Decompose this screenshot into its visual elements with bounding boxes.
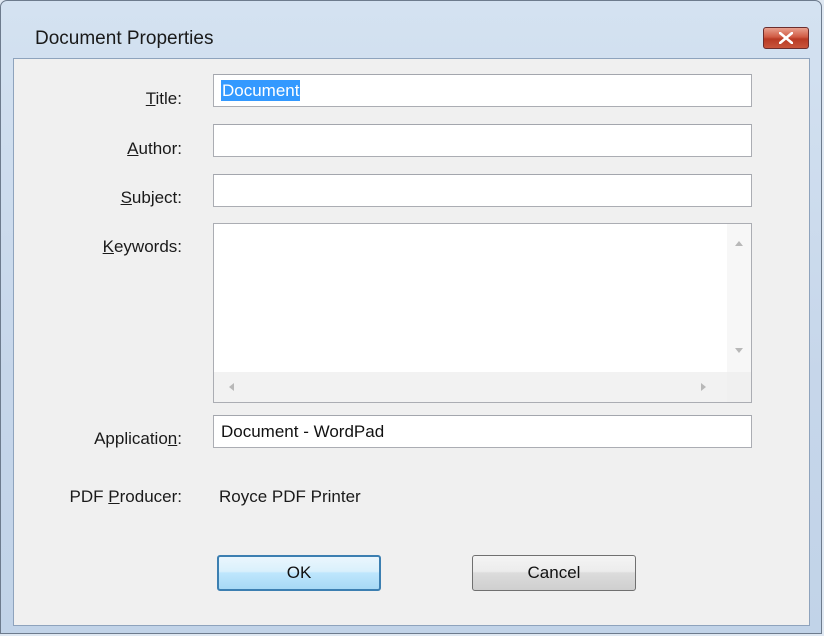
- application-label-accel: n: [167, 429, 178, 448]
- author-label-accel: A: [127, 139, 139, 158]
- dialog-body: Title: Document Author: Subject: Keyword…: [13, 58, 810, 626]
- keywords-label-accel: K: [102, 237, 114, 256]
- window-title: Document Properties: [35, 28, 214, 49]
- keywords-vertical-scrollbar[interactable]: [727, 224, 751, 372]
- keywords-label: Keywords:: [32, 237, 182, 257]
- title-input[interactable]: Document: [213, 74, 752, 107]
- application-label-pre: Applicatio: [94, 429, 168, 448]
- application-label-post: :: [177, 429, 182, 448]
- title-label-accel: T: [145, 89, 156, 108]
- keywords-textarea[interactable]: [213, 223, 752, 403]
- title-label: Title:: [32, 89, 182, 109]
- subject-input[interactable]: [213, 174, 752, 207]
- application-label: Application:: [32, 429, 182, 449]
- title-bar[interactable]: Document Properties: [1, 1, 821, 49]
- document-properties-dialog: Document Properties Title: Document Auth…: [0, 0, 822, 634]
- scroll-arrows-horizontal-icon: [229, 383, 706, 391]
- subject-label: Subject:: [32, 188, 182, 208]
- author-label-post: uthor:: [138, 139, 182, 158]
- title-input-value: Document: [221, 80, 301, 101]
- pdf-producer-label-accel: P: [108, 487, 120, 506]
- author-input[interactable]: [213, 124, 752, 157]
- pdf-producer-label-post: roducer:: [119, 487, 182, 506]
- subject-label-accel: S: [120, 188, 132, 207]
- pdf-producer-label-pre: PDF: [69, 487, 109, 506]
- keywords-label-post: eywords:: [113, 237, 182, 256]
- close-button[interactable]: [763, 27, 809, 49]
- subject-label-post: ubject:: [131, 188, 182, 207]
- application-input-value: Document - WordPad: [221, 422, 385, 441]
- close-icon: [779, 32, 793, 44]
- ok-button[interactable]: OK: [217, 555, 381, 591]
- scrollbar-corner: [727, 372, 751, 402]
- cancel-button[interactable]: Cancel: [472, 555, 636, 591]
- pdf-producer-label: PDF Producer:: [32, 487, 182, 507]
- author-label: Author:: [32, 139, 182, 159]
- scroll-arrows-vertical-icon: [735, 241, 743, 353]
- application-input[interactable]: Document - WordPad: [213, 415, 752, 448]
- pdf-producer-value: Royce PDF Printer: [219, 487, 361, 506]
- title-label-post: itle:: [155, 89, 182, 108]
- keywords-horizontal-scrollbar[interactable]: [214, 372, 727, 402]
